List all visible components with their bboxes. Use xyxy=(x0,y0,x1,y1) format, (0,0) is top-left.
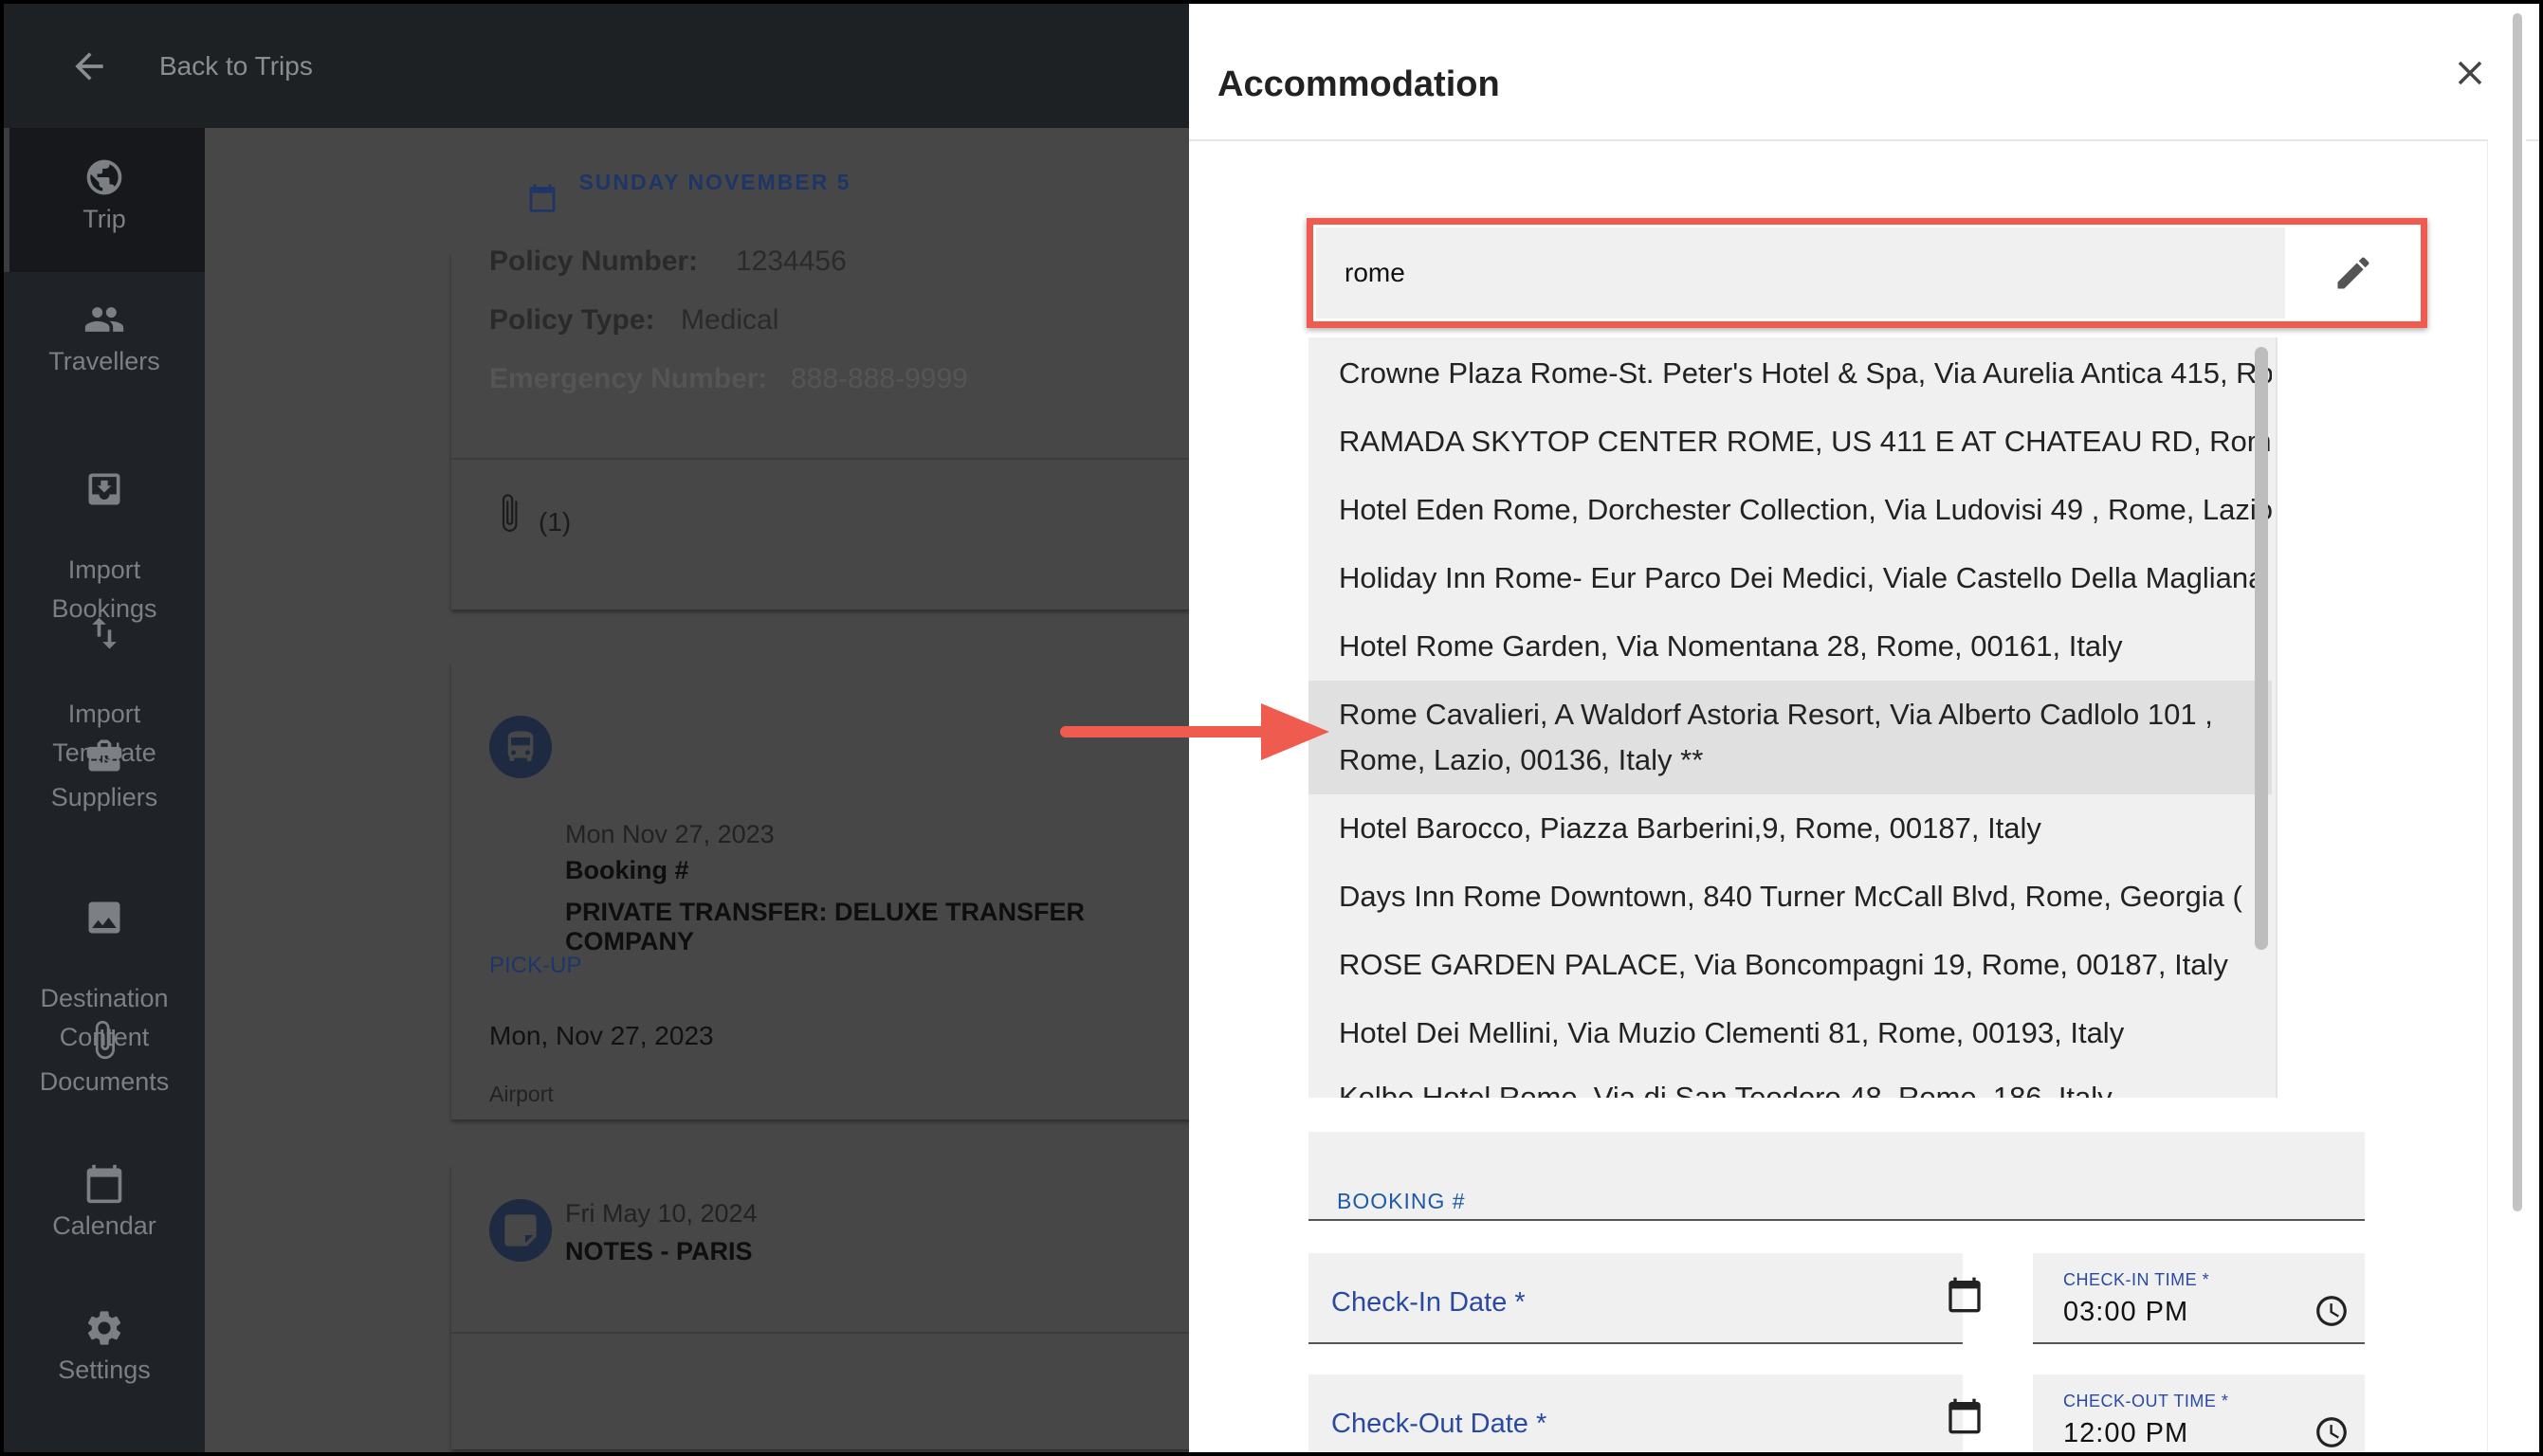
image-icon xyxy=(83,897,125,938)
back-to-trips-link[interactable]: Back to Trips xyxy=(159,51,313,82)
dropdown-scrollbar-thumb[interactable] xyxy=(2255,347,2268,950)
nav-label-settings: Settings xyxy=(58,1356,151,1384)
edit-button[interactable] xyxy=(2285,228,2420,318)
nav-item-settings[interactable]: Settings xyxy=(4,1307,205,1390)
check-out-date-label: Check-Out Date * xyxy=(1331,1409,1547,1439)
emergency-number-label: Emergency Number: xyxy=(489,363,768,394)
card-divider xyxy=(451,458,1200,460)
suggestion-item[interactable]: ROSE GARDEN PALACE, Via Boncompagni 19, … xyxy=(1308,942,2272,988)
check-in-date-label: Check-In Date * xyxy=(1331,1287,1526,1318)
nav-item-travellers[interactable]: Travellers xyxy=(4,299,205,381)
emergency-number-value: 888-888-9999 xyxy=(791,363,968,394)
nav-label-suppliers: Suppliers xyxy=(50,783,158,811)
side-navigation: Trip Travellers Import Bookings Import T… xyxy=(4,128,205,1452)
policy-number-label: Policy Number: xyxy=(489,246,699,277)
calendar-icon xyxy=(83,1163,125,1205)
policy-number-value: 1234456 xyxy=(736,246,847,277)
calendar-icon[interactable] xyxy=(1946,1276,1984,1314)
suggestion-item[interactable]: Hotel Rome Garden, Via Nomentana 28, Rom… xyxy=(1308,624,2272,669)
paperclip-icon xyxy=(83,1019,125,1061)
suggestion-item[interactable]: Crowne Plaza Rome-St. Peter's Hotel & Sp… xyxy=(1308,351,2272,396)
check-out-date-field[interactable]: Check-Out Date * xyxy=(1308,1374,1981,1452)
clock-icon[interactable] xyxy=(2314,1414,2350,1450)
swap-vertical-icon xyxy=(83,612,125,654)
nav-label-calendar: Calendar xyxy=(52,1211,156,1240)
top-bar: Back to Trips xyxy=(4,4,1189,128)
paperclip-icon[interactable] xyxy=(493,493,525,538)
transfer-title: PRIVATE TRANSFER: DELUXE TRANSFER COMPAN… xyxy=(565,898,1086,956)
booking-number-label: BOOKING # xyxy=(1337,1189,1466,1213)
suggestion-item[interactable]: Kolbe Hotel Rome, Via di San Teodoro 48,… xyxy=(1308,1075,2272,1098)
pickup-date: Mon, Nov 27, 2023 xyxy=(489,1021,714,1050)
check-out-time-field[interactable]: CHECK-OUT TIME * 12:00 PM xyxy=(2033,1374,2365,1452)
dropdown-edge xyxy=(2276,337,2278,1098)
accommodation-dialog: Accommodation Crowne Plaza Rome-St. Pete… xyxy=(1189,4,2539,1452)
dialog-header-divider xyxy=(1189,139,2539,141)
dialog-title: Accommodation xyxy=(1217,64,1500,104)
briefcase-icon xyxy=(83,735,125,776)
nav-label-trip: Trip xyxy=(82,205,126,233)
suggestion-list: Crowne Plaza Rome-St. Peter's Hotel & Sp… xyxy=(1308,337,2276,1098)
transfer-booking-number: Booking # xyxy=(565,856,689,884)
card-divider xyxy=(451,1332,1200,1334)
nav-label-travellers: Travellers xyxy=(48,347,160,375)
nav-item-documents[interactable]: Documents xyxy=(4,1019,205,1101)
suggestion-item[interactable]: Holiday Inn Rome- Eur Parco Dei Medici, … xyxy=(1308,555,2272,601)
check-in-date-field[interactable]: Check-In Date * xyxy=(1308,1253,1981,1344)
check-out-time-label: CHECK-OUT TIME * xyxy=(2063,1392,2229,1410)
insurance-card: Policy Number: 1234456 Policy Type: Medi… xyxy=(451,246,1200,610)
booking-number-field[interactable]: BOOKING # xyxy=(1308,1132,2365,1221)
suggestion-item[interactable]: Days Inn Rome Downtown, 840 Turner McCal… xyxy=(1308,874,2272,919)
policy-type-value: Medical xyxy=(681,304,779,336)
date-calendar-icon xyxy=(527,183,558,213)
suggestion-item[interactable]: Hotel Barocco, Piazza Barberini,9, Rome,… xyxy=(1308,806,2272,851)
back-arrow-icon[interactable] xyxy=(68,46,110,87)
dialog-scrollbar-thumb[interactable] xyxy=(2513,13,2522,1211)
check-in-time-label: CHECK-IN TIME * xyxy=(2063,1270,2210,1289)
notes-date: Fri May 10, 2024 xyxy=(565,1199,758,1228)
note-icon xyxy=(489,1199,552,1262)
trip-content: SUNDAY NOVEMBER 5 Policy Number: 1234456… xyxy=(205,128,1200,1452)
notes-card[interactable]: Fri May 10, 2024 NOTES - PARIS xyxy=(451,1165,1200,1449)
close-icon[interactable] xyxy=(2450,53,2490,93)
people-icon xyxy=(83,299,125,340)
dialog-scrollbar[interactable] xyxy=(2488,4,2526,1452)
suggestion-item-highlighted[interactable]: Rome Cavalieri, A Waldorf Astoria Resort… xyxy=(1308,681,2272,794)
hotel-search-input[interactable] xyxy=(1316,228,2285,318)
bus-icon xyxy=(489,716,552,778)
clock-icon[interactable] xyxy=(2314,1293,2350,1329)
annotation-arrow-icon xyxy=(1060,703,1329,760)
pickup-place: Airport xyxy=(489,1082,554,1106)
screenshot-frame: Back to Trips Trip Travellers Import Boo… xyxy=(0,0,2543,1456)
gear-icon xyxy=(83,1307,125,1349)
check-in-time-field[interactable]: CHECK-IN TIME * 03:00 PM xyxy=(2033,1253,2365,1344)
policy-type-label: Policy Type: xyxy=(489,304,655,336)
globe-icon xyxy=(83,156,125,198)
pencil-icon xyxy=(2337,257,2369,289)
suggestion-item[interactable]: Hotel Dei Mellini, Via Muzio Clementi 81… xyxy=(1308,1010,2272,1056)
import-icon xyxy=(83,468,125,510)
nav-item-calendar[interactable]: Calendar xyxy=(4,1163,205,1246)
nav-label-documents: Documents xyxy=(39,1067,170,1096)
transfer-date: Mon Nov 27, 2023 xyxy=(565,820,775,848)
check-out-time-value: 12:00 PM xyxy=(2063,1418,2189,1448)
suggestion-item[interactable]: RAMADA SKYTOP CENTER ROME, US 411 E AT C… xyxy=(1308,419,2272,464)
calendar-icon[interactable] xyxy=(1946,1397,1984,1435)
check-in-time-value: 03:00 PM xyxy=(2063,1297,2189,1327)
current-date-label[interactable]: SUNDAY NOVEMBER 5 xyxy=(573,170,857,194)
attachment-count: (1) xyxy=(539,507,572,537)
suggestion-item[interactable]: Hotel Eden Rome, Dorchester Collection, … xyxy=(1308,487,2272,533)
notes-title: NOTES - PARIS xyxy=(565,1237,753,1265)
nav-item-trip[interactable]: Trip xyxy=(4,156,205,239)
pickup-label: PICK-UP xyxy=(489,953,582,978)
nav-item-suppliers[interactable]: Suppliers xyxy=(4,735,205,817)
